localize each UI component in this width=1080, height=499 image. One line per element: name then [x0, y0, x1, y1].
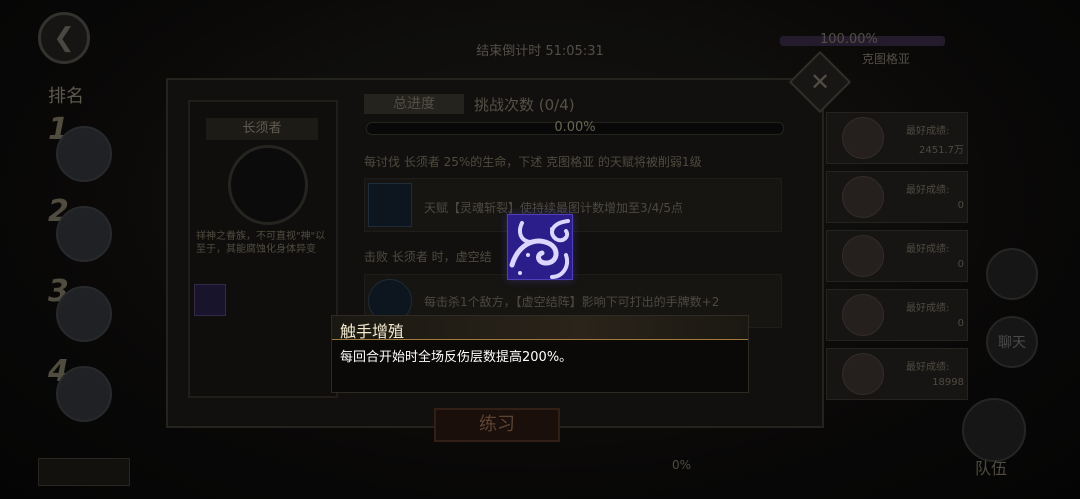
- tooltip-header: 触手增殖: [332, 316, 748, 341]
- tooltip-body: 每回合开始时全场反伤层数提高200%。: [340, 350, 573, 365]
- tentacle-icon: [507, 214, 573, 280]
- skill-tooltip: 触手增殖 每回合开始时全场反伤层数提高200%。: [331, 315, 749, 393]
- game-screen: ❮ 结束倒计时 51:05:31 100.00% 克图格亚 排名 1 2 3 4…: [0, 0, 1080, 499]
- tooltip-title: 触手增殖: [340, 322, 405, 341]
